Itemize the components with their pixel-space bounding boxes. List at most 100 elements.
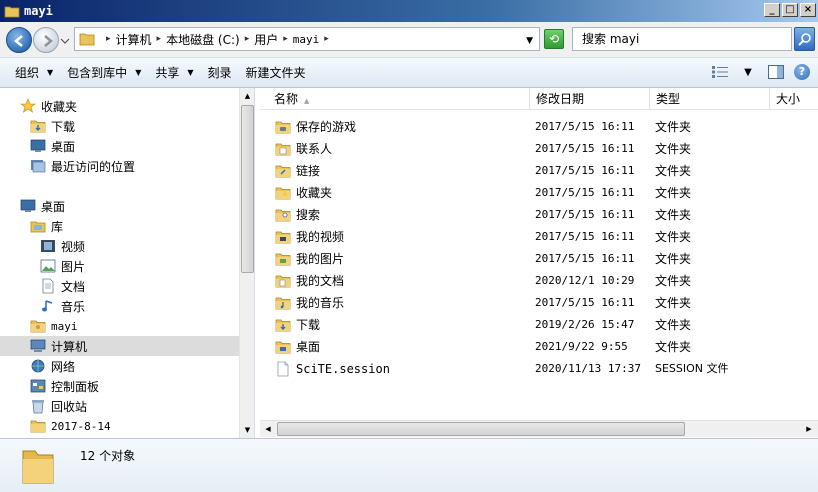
scroll-right-icon[interactable]: ▶	[801, 421, 817, 437]
column-name-label: 名称	[274, 92, 299, 106]
burn-button[interactable]: 刻录	[201, 61, 239, 85]
back-button[interactable]	[6, 27, 32, 53]
sidebar-item[interactable]: 视频	[40, 236, 85, 256]
file-name: 保存的游戏	[296, 120, 357, 134]
help-button[interactable]: ?	[794, 64, 810, 80]
file-date: 2017/5/15 16:11	[535, 186, 635, 199]
horizontal-scroll-thumb[interactable]	[277, 422, 685, 436]
sidebar-item[interactable]: 文档	[40, 276, 85, 296]
file-name: 我的图片	[296, 252, 345, 266]
breadcrumb-separator-icon[interactable]: ▸	[283, 34, 288, 44]
search-button[interactable]	[794, 27, 815, 51]
arrow-right-icon	[44, 35, 53, 47]
scroll-left-icon[interactable]: ◀	[260, 421, 276, 437]
searches-folder-icon	[275, 207, 291, 223]
folder-icon	[4, 6, 20, 18]
table-row[interactable]: 链接 2017/5/15 16:11 文件夹	[260, 160, 800, 182]
sidebar-item[interactable]: 网络	[30, 356, 75, 376]
address-input[interactable]: ▸ 计算机 ▸ 本地磁盘 (C:) ▸ 用户 ▸ mayi ▸ ▼	[74, 27, 540, 51]
file-date: 2017/5/15 16:11	[535, 252, 635, 265]
minimize-button[interactable]: _	[764, 3, 780, 17]
table-row[interactable]: 我的音乐 2017/5/15 16:11 文件夹	[260, 292, 800, 314]
file-date: 2017/5/15 16:11	[535, 230, 635, 243]
picture-icon	[40, 258, 56, 274]
maximize-button[interactable]: □	[782, 3, 798, 17]
search-input[interactable]: 搜索 mayi	[572, 27, 792, 51]
close-button[interactable]: ×	[800, 3, 816, 17]
file-name: 收藏夹	[296, 186, 333, 200]
table-row[interactable]: 下载 2019/2/26 15:47 文件夹	[260, 314, 800, 336]
breadcrumb-separator-icon[interactable]: ▸	[106, 34, 111, 44]
column-size[interactable]: 大小	[770, 88, 818, 110]
sidebar-item[interactable]: 桌面	[30, 136, 75, 156]
sidebar-item[interactable]: 计算机	[0, 336, 239, 356]
refresh-button[interactable]: ⟲	[544, 29, 564, 49]
sidebar-item[interactable]: 收藏夹	[20, 96, 77, 116]
breadcrumb-users[interactable]: 用户	[254, 31, 278, 48]
change-view-button[interactable]	[710, 61, 730, 83]
nav-scroll-thumb[interactable]	[241, 105, 254, 273]
table-row[interactable]: SciTE.session 2020/11/13 17:37 SESSION 文件	[260, 358, 800, 380]
new-folder-button[interactable]: 新建文件夹	[239, 61, 313, 85]
breadcrumb-local-disk[interactable]: 本地磁盘 (C:)	[166, 31, 240, 48]
table-row[interactable]: 桌面 2021/9/22 9:55 文件夹	[260, 336, 800, 358]
chevron-down-icon: ▼	[135, 68, 142, 77]
table-row[interactable]: 收藏夹 2017/5/15 16:11 文件夹	[260, 182, 800, 204]
breadcrumb-mayi[interactable]: mayi	[293, 33, 320, 46]
table-row[interactable]: 搜索 2017/5/15 16:11 文件夹	[260, 204, 800, 226]
table-row[interactable]: 我的视频 2017/5/15 16:11 文件夹	[260, 226, 800, 248]
file-type: SESSION 文件	[655, 362, 729, 375]
sidebar-item[interactable]: 图片	[40, 256, 85, 276]
nav-scrollbar[interactable]: ▲ ▼	[239, 88, 254, 438]
sidebar-item[interactable]: 回收站	[30, 396, 87, 416]
column-type[interactable]: 类型	[650, 88, 770, 110]
forward-button[interactable]	[33, 27, 59, 53]
documents-folder-icon	[275, 273, 291, 289]
table-row[interactable]: 联系人 2017/5/15 16:11 文件夹	[260, 138, 800, 160]
horizontal-scrollbar[interactable]: ◀ ▶	[260, 420, 818, 437]
column-name[interactable]: 名称 ▲	[268, 88, 530, 110]
sidebar-item[interactable]: mayi	[30, 316, 78, 336]
file-type: 文件夹	[655, 208, 692, 222]
sidebar-item[interactable]: 音乐	[40, 296, 85, 316]
sidebar-item[interactable]: 下载	[30, 116, 75, 136]
sidebar-item-label: 最近访问的位置	[51, 159, 136, 174]
table-row[interactable]: 我的图片 2017/5/15 16:11 文件夹	[260, 248, 800, 270]
control-panel-icon	[30, 378, 46, 394]
breadcrumb-separator-icon[interactable]: ▸	[245, 34, 250, 44]
file-date: 2017/5/15 16:11	[535, 296, 635, 309]
preview-pane-button[interactable]	[766, 61, 786, 83]
recent-pages-chevron-icon[interactable]	[60, 37, 70, 45]
sort-ascending-icon: ▲	[304, 97, 310, 105]
organize-menu[interactable]: 组织 ▼	[8, 61, 60, 85]
sidebar-item[interactable]: 桌面	[20, 196, 65, 216]
share-menu[interactable]: 共享 ▼	[148, 61, 200, 85]
file-name: 链接	[296, 164, 321, 178]
sidebar-item[interactable]: 库	[30, 216, 63, 236]
file-name: 下载	[296, 318, 321, 332]
breadcrumb-computer[interactable]: 计算机	[116, 31, 152, 48]
file-type: 文件夹	[655, 142, 692, 156]
table-row[interactable]: 我的文档 2020/12/1 10:29 文件夹	[260, 270, 800, 292]
pictures-folder-icon	[275, 251, 291, 267]
file-type: 文件夹	[655, 318, 692, 332]
contacts-folder-icon	[275, 141, 291, 157]
include-in-library-menu[interactable]: 包含到库中 ▼	[60, 61, 148, 85]
sidebar-item-label: 音乐	[61, 299, 86, 314]
sidebar-item[interactable]: 控制面板	[30, 376, 99, 396]
view-options-chevron-icon[interactable]: ▼	[738, 61, 758, 83]
file-type: 文件夹	[655, 186, 692, 200]
sidebar-item[interactable]: 2017-8-14	[30, 416, 111, 436]
command-bar: 组织 ▼ 包含到库中 ▼ 共享 ▼ 刻录 新建文件夹 ▼ ?	[0, 58, 818, 88]
breadcrumb-separator-icon[interactable]: ▸	[324, 34, 329, 44]
scroll-down-icon[interactable]: ▼	[240, 422, 254, 438]
table-row[interactable]: 保存的游戏 2017/5/15 16:11 文件夹	[260, 116, 800, 138]
column-date[interactable]: 修改日期	[530, 88, 650, 110]
address-dropdown-icon[interactable]: ▼	[526, 36, 533, 46]
scroll-up-icon[interactable]: ▲	[240, 88, 254, 104]
breadcrumb-separator-icon[interactable]: ▸	[157, 34, 162, 44]
sidebar-item-label: 控制面板	[51, 379, 100, 394]
sidebar-item-label: 桌面	[41, 199, 66, 214]
network-icon	[30, 358, 46, 374]
sidebar-item[interactable]: 最近访问的位置	[30, 156, 135, 176]
